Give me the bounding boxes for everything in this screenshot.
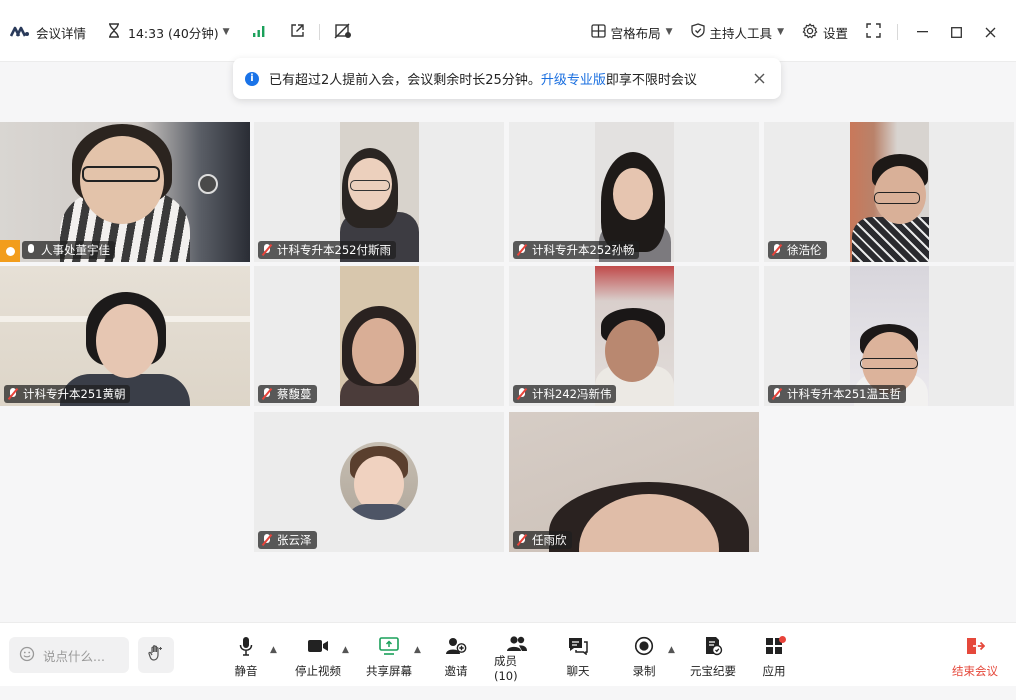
info-icon: i	[245, 71, 259, 86]
chevron-down-icon: ▼	[222, 27, 230, 37]
mic-muted-icon	[261, 244, 273, 256]
chat-button[interactable]: 聊天	[566, 635, 590, 679]
close-window-button[interactable]	[976, 20, 1004, 44]
fullscreen-icon	[866, 23, 881, 41]
mute-button[interactable]: 静音	[231, 635, 261, 679]
emoji-icon	[19, 646, 35, 665]
host-tools-button[interactable]: 主持人工具 ▼	[685, 20, 790, 44]
participant-nametag: 任雨欣	[513, 531, 572, 549]
raise-hand-icon	[147, 644, 165, 666]
mic-muted-icon	[261, 388, 273, 400]
participant-tile[interactable]: 计科专升本251黄朝	[0, 266, 250, 406]
signal-strength-icon[interactable]	[252, 25, 266, 40]
host-badge-icon	[0, 240, 20, 262]
video-feed	[340, 266, 419, 406]
participant-nametag: 徐浩伦	[768, 241, 827, 259]
participant-nametag: 蔡馥蔓	[258, 385, 317, 403]
close-icon	[754, 73, 764, 83]
fullscreen-button[interactable]	[860, 20, 887, 44]
mic-on-icon	[25, 244, 37, 256]
video-grid: 人事处董宇佳 计科专升本252付斯雨 计科专升本252孙畅 徐浩伦 计科专升本2…	[0, 122, 1016, 552]
share-screen-icon	[379, 635, 399, 657]
shield-icon	[690, 23, 705, 41]
participant-tile[interactable]: 计科专升本252付斯雨	[254, 122, 504, 262]
participant-avatar	[340, 442, 418, 520]
mic-muted-icon	[7, 388, 19, 400]
notification-dot	[779, 636, 786, 643]
participant-tile[interactable]: 计科专升本251温玉哲	[764, 266, 1014, 406]
invite-button[interactable]: 邀请	[441, 635, 471, 679]
record-icon	[634, 635, 654, 657]
participant-tile[interactable]: 计科242冯新伟	[509, 266, 759, 406]
end-meeting-button[interactable]: 结束会议	[951, 635, 999, 679]
settings-button[interactable]: 设置	[796, 20, 854, 44]
members-button[interactable]: 成员(10)	[494, 635, 540, 683]
exit-icon	[965, 635, 985, 657]
chevron-up-icon[interactable]: ▲	[342, 645, 349, 655]
chevron-up-icon[interactable]: ▲	[668, 645, 675, 655]
meeting-time-notice: i 已有超过2人提前入会，会议剩余时长25分钟。 升级专业版 即享不限时会议	[233, 58, 781, 99]
raise-hand-button[interactable]	[138, 637, 174, 673]
minimize-icon	[916, 31, 928, 33]
add-person-icon	[445, 635, 467, 657]
gear-icon	[802, 22, 818, 42]
stop-video-button[interactable]: 停止视频	[294, 635, 342, 679]
window-bottom-edge	[0, 686, 1016, 700]
chevron-down-icon: ▼	[777, 27, 784, 37]
close-icon	[985, 27, 995, 37]
chat-bubble-icon	[568, 635, 588, 657]
microphone-icon	[238, 635, 254, 657]
notice-text: 已有超过2人提前入会，会议剩余时长25分钟。	[269, 73, 541, 88]
mic-muted-icon	[516, 388, 528, 400]
grid-layout-icon	[590, 23, 606, 41]
notice-close-button[interactable]	[749, 70, 769, 88]
participant-tile[interactable]: 计科专升本252孙畅	[509, 122, 759, 262]
pop-out-icon[interactable]	[290, 23, 305, 41]
participant-tile[interactable]: 徐浩伦	[764, 122, 1014, 262]
participant-nametag: 张云泽	[258, 531, 317, 549]
meeting-details-button[interactable]: 会议详情	[36, 23, 86, 42]
ai-minutes-button[interactable]: 元宝纪要	[689, 635, 737, 679]
participant-nametag: 计科专升本252付斯雨	[258, 241, 396, 259]
divider	[897, 24, 898, 40]
participant-nametag: 计科专升本252孙畅	[513, 241, 640, 259]
document-ai-icon	[703, 635, 723, 657]
maximize-button[interactable]	[942, 20, 970, 44]
meeting-duration[interactable]: 14:33 (40分钟) ▼	[128, 23, 230, 42]
record-button[interactable]: 录制	[631, 635, 657, 679]
title-bar: 会议详情 14:33 (40分钟) ▼ 宫格布局 ▼ 主持人工具 ▼ 设置	[0, 0, 1016, 62]
mic-muted-icon	[771, 244, 783, 256]
chat-quick-input[interactable]: 说点什么...	[9, 637, 129, 673]
hourglass-icon	[108, 23, 120, 41]
divider	[318, 24, 320, 40]
video-feed	[850, 122, 929, 262]
people-icon	[506, 635, 528, 653]
notice-text-tail: 即享不限时会议	[605, 73, 697, 88]
mic-muted-icon	[516, 244, 528, 256]
chevron-down-icon: ▼	[665, 27, 673, 37]
participant-tile[interactable]: 蔡馥蔓	[254, 266, 504, 406]
mic-muted-icon	[516, 534, 528, 546]
mic-muted-icon	[771, 388, 783, 400]
layout-button[interactable]: 宫格布局 ▼	[585, 20, 679, 44]
share-screen-button[interactable]: 共享屏幕	[365, 635, 413, 679]
annotation-off-icon[interactable]	[334, 23, 352, 42]
app-logo-icon	[9, 25, 30, 40]
participant-tile[interactable]: 任雨欣	[509, 412, 759, 552]
participant-nametag: 计科专升本251黄朝	[4, 385, 131, 403]
mic-muted-icon	[261, 534, 273, 546]
bottom-toolbar: 说点什么... 静音 ▲ 停止视频 ▲ 共享屏幕 ▲ 邀请 成员(10) 聊天 …	[0, 622, 1016, 686]
upgrade-link[interactable]: 升级专业版	[541, 69, 606, 88]
maximize-icon	[950, 26, 962, 38]
participant-nametag: 计科242冯新伟	[513, 385, 617, 403]
chevron-up-icon[interactable]: ▲	[414, 645, 421, 655]
video-camera-icon	[307, 635, 329, 657]
participant-nametag: 计科专升本251温玉哲	[768, 385, 906, 403]
minimize-button[interactable]	[908, 20, 936, 44]
chevron-up-icon[interactable]: ▲	[270, 645, 277, 655]
participant-tile[interactable]: 人事处董宇佳	[0, 122, 250, 262]
participant-tile[interactable]: 张云泽	[254, 412, 504, 552]
participant-nametag: 人事处董宇佳	[22, 241, 115, 259]
